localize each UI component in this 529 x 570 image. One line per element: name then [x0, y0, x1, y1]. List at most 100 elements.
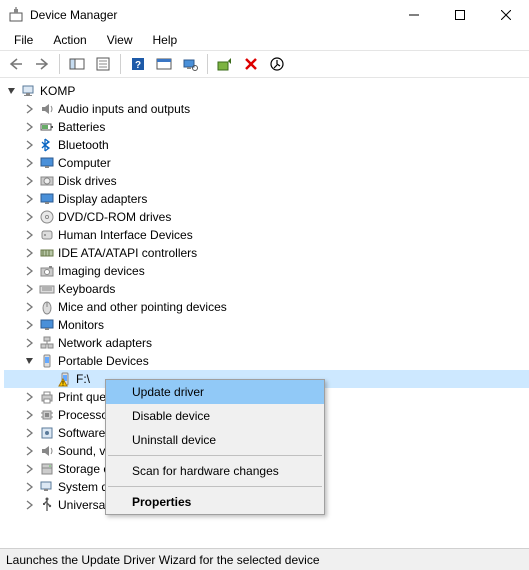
expand-arrow-icon[interactable]	[22, 410, 38, 420]
menu-action[interactable]: Action	[45, 32, 94, 48]
tree-label: KOMP	[38, 84, 75, 98]
menu-view[interactable]: View	[99, 32, 141, 48]
context-menu-item[interactable]: Scan for hardware changes	[106, 459, 324, 483]
expand-arrow-icon[interactable]	[22, 338, 38, 348]
expand-arrow-icon[interactable]	[22, 428, 38, 438]
app-icon	[8, 7, 24, 23]
cpu-icon	[38, 407, 56, 423]
cd-icon	[38, 209, 56, 225]
action-button[interactable]	[152, 52, 176, 76]
tree-node-cd[interactable]: DVD/CD-ROM drives	[4, 208, 529, 226]
tree-node-mouse[interactable]: Mice and other pointing devices	[4, 298, 529, 316]
tree-node-portable[interactable]: Portable Devices	[4, 352, 529, 370]
update-driver-button[interactable]	[213, 52, 237, 76]
show-hide-console-button[interactable]	[65, 52, 89, 76]
maximize-button[interactable]	[437, 0, 483, 30]
portable-warn-icon: !	[56, 371, 74, 387]
tree-node-ide[interactable]: IDE ATA/ATAPI controllers	[4, 244, 529, 262]
tree-label: Computer	[56, 156, 111, 170]
tree-node-camera[interactable]: Imaging devices	[4, 262, 529, 280]
properties-button[interactable]	[91, 52, 115, 76]
expand-arrow-icon[interactable]	[22, 194, 38, 204]
ide-icon	[38, 245, 56, 261]
speaker-icon	[38, 443, 56, 459]
tree-label: Audio inputs and outputs	[56, 102, 190, 116]
expand-arrow-icon[interactable]	[22, 266, 38, 276]
mouse-icon	[38, 299, 56, 315]
context-menu-item[interactable]: Uninstall device	[106, 428, 324, 452]
tree-node-battery[interactable]: Batteries	[4, 118, 529, 136]
expand-arrow-icon[interactable]	[22, 176, 38, 186]
uninstall-button[interactable]	[239, 52, 263, 76]
close-button[interactable]	[483, 0, 529, 30]
tree-node-bluetooth[interactable]: Bluetooth	[4, 136, 529, 154]
camera-icon	[38, 263, 56, 279]
expand-arrow-icon[interactable]	[22, 446, 38, 456]
menu-help[interactable]: Help	[145, 32, 186, 48]
toolbar-separator	[120, 54, 121, 74]
usb-icon	[38, 497, 56, 513]
expand-arrow-icon[interactable]	[22, 392, 38, 402]
help-button[interactable]: ?	[126, 52, 150, 76]
context-menu-separator	[108, 455, 322, 456]
printer-icon	[38, 389, 56, 405]
tree-node-monitor[interactable]: Display adapters	[4, 190, 529, 208]
computer-icon	[20, 83, 38, 99]
software-icon	[38, 425, 56, 441]
tree-label: DVD/CD-ROM drives	[56, 210, 171, 224]
expand-arrow-icon[interactable]	[4, 86, 20, 96]
tree-node-disk[interactable]: Disk drives	[4, 172, 529, 190]
context-menu-separator	[108, 486, 322, 487]
expand-arrow-icon[interactable]	[22, 140, 38, 150]
tree-node-keyboard[interactable]: Keyboards	[4, 280, 529, 298]
svg-text:!: !	[62, 382, 64, 388]
tree-label: F:\	[74, 372, 90, 386]
tree-label: Monitors	[56, 318, 104, 332]
expand-arrow-icon[interactable]	[22, 357, 38, 365]
expand-arrow-icon[interactable]	[22, 482, 38, 492]
expand-arrow-icon[interactable]	[22, 302, 38, 312]
tree-label: Batteries	[56, 120, 105, 134]
back-button[interactable]	[4, 52, 28, 76]
expand-arrow-icon[interactable]	[22, 158, 38, 168]
network-icon	[38, 335, 56, 351]
system-icon	[38, 479, 56, 495]
expand-arrow-icon[interactable]	[22, 464, 38, 474]
expand-arrow-icon[interactable]	[22, 122, 38, 132]
portable-icon	[38, 353, 56, 369]
status-bar: Launches the Update Driver Wizard for th…	[0, 548, 529, 570]
status-text: Launches the Update Driver Wizard for th…	[6, 553, 320, 567]
expand-arrow-icon[interactable]	[22, 248, 38, 258]
scan-hardware-button[interactable]	[178, 52, 202, 76]
keyboard-icon	[38, 281, 56, 297]
tree-node-network[interactable]: Network adapters	[4, 334, 529, 352]
tree-node-monitor[interactable]: Monitors	[4, 316, 529, 334]
svg-text:?: ?	[135, 60, 141, 71]
storage-icon	[38, 461, 56, 477]
expand-arrow-icon[interactable]	[22, 230, 38, 240]
expand-arrow-icon[interactable]	[22, 284, 38, 294]
battery-icon	[38, 119, 56, 135]
context-menu: Update driverDisable deviceUninstall dev…	[105, 379, 325, 515]
menu-file[interactable]: File	[6, 32, 41, 48]
monitor-icon	[38, 191, 56, 207]
disable-button[interactable]	[265, 52, 289, 76]
expand-arrow-icon[interactable]	[22, 500, 38, 510]
tree-label: Human Interface Devices	[56, 228, 193, 242]
forward-button[interactable]	[30, 52, 54, 76]
tree-node-monitor[interactable]: Computer	[4, 154, 529, 172]
expand-arrow-icon[interactable]	[22, 104, 38, 114]
tree-node-speaker[interactable]: Audio inputs and outputs	[4, 100, 529, 118]
minimize-button[interactable]	[391, 0, 437, 30]
expand-arrow-icon[interactable]	[22, 320, 38, 330]
disk-icon	[38, 173, 56, 189]
context-menu-item[interactable]: Properties	[106, 490, 324, 514]
context-menu-item[interactable]: Update driver	[106, 380, 324, 404]
tree-root[interactable]: KOMP	[4, 82, 529, 100]
context-menu-item[interactable]: Disable device	[106, 404, 324, 428]
tree-label: Portable Devices	[56, 354, 149, 368]
tree-label: Disk drives	[56, 174, 117, 188]
toolbar: ?	[0, 50, 529, 78]
tree-node-hid[interactable]: Human Interface Devices	[4, 226, 529, 244]
expand-arrow-icon[interactable]	[22, 212, 38, 222]
